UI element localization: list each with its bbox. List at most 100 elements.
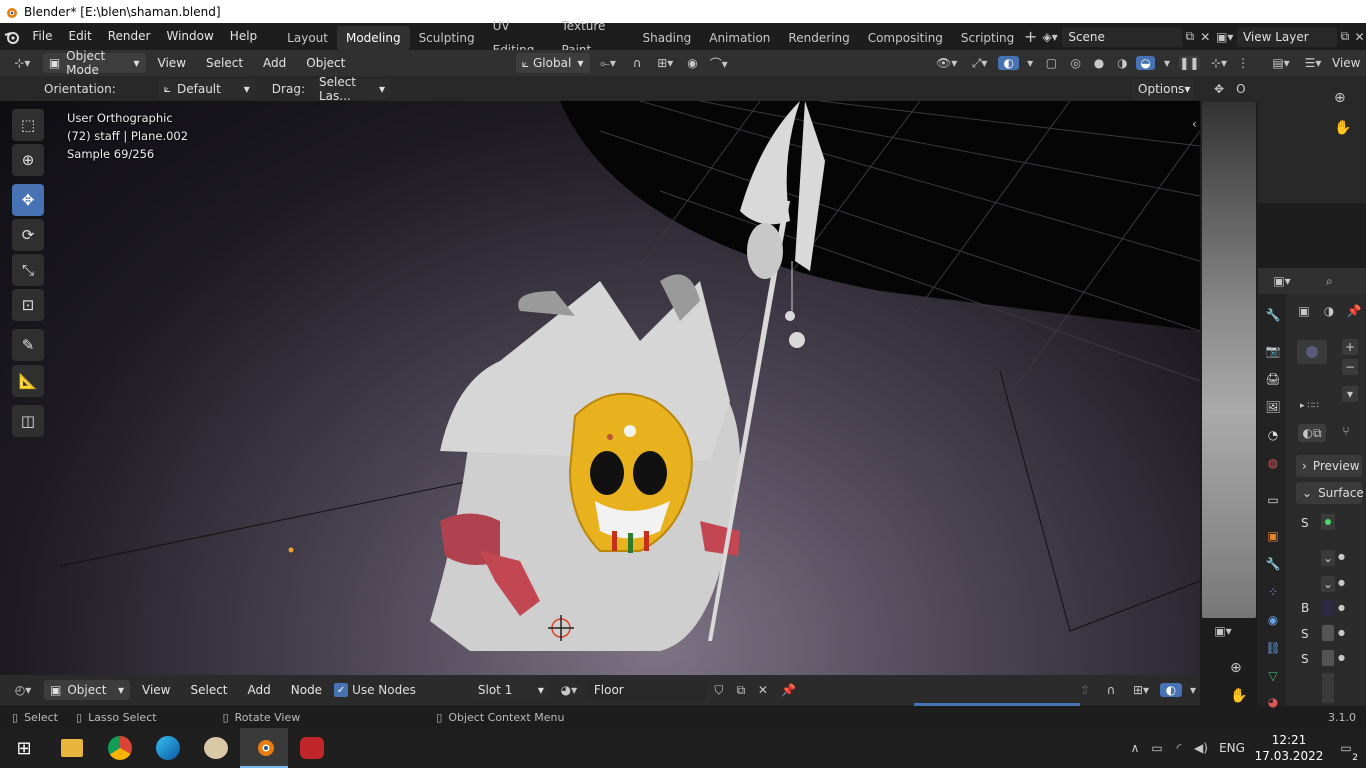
view-layer-field[interactable]: View Layer: [1236, 26, 1337, 47]
add-slot-icon[interactable]: +: [1342, 339, 1358, 355]
scale-tool-icon[interactable]: ⤡: [12, 254, 44, 286]
orientation-dropdown[interactable]: ⟀ Default ▾: [157, 78, 256, 99]
menu-view[interactable]: View: [134, 677, 178, 704]
wifi-icon[interactable]: ◜: [1168, 741, 1190, 755]
new-scene-icon[interactable]: ⧉: [1182, 29, 1198, 44]
snap-icon[interactable]: ∩: [627, 56, 648, 70]
menu-add[interactable]: Add: [255, 50, 294, 77]
rendered-shading-icon[interactable]: ◒: [1135, 56, 1156, 70]
constraints-tab-icon[interactable]: ⛓: [1264, 639, 1282, 657]
select-box-tool-icon[interactable]: ⬚: [12, 109, 44, 141]
notification-icon[interactable]: ▭ 2: [1326, 741, 1366, 763]
windows-start-icon[interactable]: ⊞: [0, 738, 48, 759]
tab-rendering[interactable]: Rendering: [779, 26, 858, 50]
volume-icon[interactable]: ◀): [1190, 741, 1212, 755]
paint-icon[interactable]: [192, 737, 240, 759]
material-slot-thumbnail[interactable]: [1297, 340, 1327, 364]
menu-select[interactable]: Select: [182, 677, 235, 704]
menu-select[interactable]: Select: [198, 50, 251, 77]
outliner-area[interactable]: ▤▾ ☰▾ View ⊕ ✋: [1258, 50, 1366, 203]
material-name-field[interactable]: Floor: [587, 680, 706, 700]
material-tab-icon[interactable]: ◕: [1264, 693, 1282, 711]
material-browse-icon[interactable]: ◕▾: [554, 683, 584, 697]
menu-object[interactable]: Object: [298, 50, 353, 77]
scene-tab-icon[interactable]: ◔: [1264, 426, 1282, 444]
slot-dropdown[interactable]: Slot 1 ▾: [471, 680, 550, 700]
tab-sculpting[interactable]: Sculpting: [410, 26, 484, 50]
menu-add[interactable]: Add: [240, 677, 279, 704]
subsurface-field[interactable]: [1322, 625, 1334, 641]
view-layer-icon[interactable]: ▣▾: [1213, 30, 1237, 44]
surface-socket[interactable]: [1321, 514, 1335, 530]
sidebar-toggle-icon[interactable]: ‹: [1192, 117, 1197, 131]
editor-type-icon[interactable]: ◴▾: [6, 683, 40, 697]
language-indicator[interactable]: ENG: [1212, 741, 1252, 755]
specular-field[interactable]: [1322, 650, 1334, 666]
wireframe-shading-icon[interactable]: ◎: [1066, 56, 1085, 70]
editor-type-icon[interactable]: ▣▾: [1208, 624, 1238, 638]
preview-panel[interactable]: › Preview: [1296, 455, 1362, 477]
cursor-tool-icon[interactable]: ⊕: [12, 144, 44, 176]
material-preview-icon[interactable]: ◑: [1320, 304, 1338, 318]
transform-tool-icon[interactable]: ⊡: [12, 289, 44, 321]
menu-file[interactable]: File: [24, 23, 60, 50]
material-shading-icon[interactable]: ◑: [1113, 56, 1132, 70]
delete-view-layer-icon[interactable]: ✕: [1353, 30, 1366, 44]
pause-render-icon[interactable]: ❚❚: [1178, 56, 1200, 70]
battery-icon[interactable]: ▭: [1146, 741, 1168, 755]
visibility-icon[interactable]: 👁▾: [932, 56, 961, 70]
mode-dropdown[interactable]: ▣ Object Mode ▾: [42, 49, 146, 77]
node-snap-icon[interactable]: ∩: [1100, 683, 1122, 697]
new-view-layer-icon[interactable]: ⧉: [1337, 29, 1353, 44]
chevron-down-icon[interactable]: ⌄: [1321, 576, 1335, 592]
viewport-display-icon[interactable]: ▣: [1296, 304, 1312, 318]
move-icon[interactable]: ✥: [1214, 82, 1224, 96]
blender-menu-icon[interactable]: [0, 30, 24, 44]
add-cube-tool-icon[interactable]: ◫: [12, 405, 44, 437]
annotate-tool-icon[interactable]: ✎: [12, 329, 44, 361]
object-tab-icon[interactable]: ▣: [1264, 527, 1282, 545]
menu-node[interactable]: Node: [283, 677, 330, 704]
scene-selector-icon[interactable]: ◈▾: [1038, 30, 1062, 44]
data-tab-icon[interactable]: ▽: [1264, 667, 1282, 685]
edge-icon[interactable]: [144, 736, 192, 760]
node-tree-icon[interactable]: ⑂: [1336, 424, 1356, 438]
display-mode-icon[interactable]: ☰▾: [1300, 56, 1326, 70]
tab-modeling[interactable]: Modeling: [336, 26, 410, 50]
zoom-icon[interactable]: ⊕: [1334, 90, 1346, 106]
pan-hand-icon[interactable]: ✋: [1230, 688, 1247, 704]
outliner-view-menu[interactable]: View: [1332, 56, 1360, 70]
tab-animation[interactable]: Animation: [700, 26, 779, 50]
render-tab-icon[interactable]: 📷: [1264, 342, 1282, 360]
menu-render[interactable]: Render: [100, 23, 159, 50]
fake-user-icon[interactable]: ⛉: [710, 683, 728, 698]
surface-panel[interactable]: ⌄ Surface: [1296, 482, 1364, 504]
property-field[interactable]: [1322, 673, 1334, 703]
proportional-edit-icon[interactable]: ◉: [683, 56, 702, 70]
editor-type-icon[interactable]: ⊹▾: [6, 56, 39, 70]
menu-edit[interactable]: Edit: [60, 23, 99, 50]
pan-hand-icon[interactable]: ✋: [1334, 120, 1351, 136]
measure-tool-icon[interactable]: 📐: [12, 365, 44, 397]
solid-shading-icon[interactable]: ●: [1089, 56, 1108, 70]
chevron-down-icon[interactable]: ▾: [1023, 56, 1037, 70]
world-tab-icon[interactable]: ◍: [1264, 454, 1282, 472]
material-browse-icon[interactable]: ◐⧉: [1298, 424, 1326, 442]
drag-dropdown[interactable]: Select Las... ▾: [312, 75, 391, 103]
node-overlay-icon[interactable]: ◐: [1160, 683, 1182, 697]
remove-slot-icon[interactable]: −: [1342, 359, 1358, 375]
falloff-icon[interactable]: ⌒▾: [706, 55, 731, 72]
side-viewport[interactable]: ⊹▾ ⋮ ✥ O: [1200, 50, 1258, 620]
overlay-toggle-icon[interactable]: ◐: [998, 56, 1020, 70]
options-dropdown[interactable]: Options ▾: [1132, 78, 1194, 99]
add-workspace-icon[interactable]: +: [1023, 27, 1038, 46]
slot-menu-icon[interactable]: ▾: [1342, 386, 1358, 402]
pin-icon[interactable]: 📌: [776, 683, 802, 697]
editor-type-icon[interactable]: ▤▾: [1268, 56, 1294, 70]
snap-element-icon[interactable]: ⊞▾: [1126, 683, 1156, 697]
output-tab-icon[interactable]: 🖨: [1264, 370, 1282, 388]
editor-type-icon[interactable]: ▣▾: [1268, 274, 1296, 288]
blender-taskbar-icon[interactable]: [240, 728, 288, 768]
tab-shading[interactable]: Shading: [633, 26, 700, 50]
duplicate-material-icon[interactable]: ⧉: [732, 683, 750, 698]
